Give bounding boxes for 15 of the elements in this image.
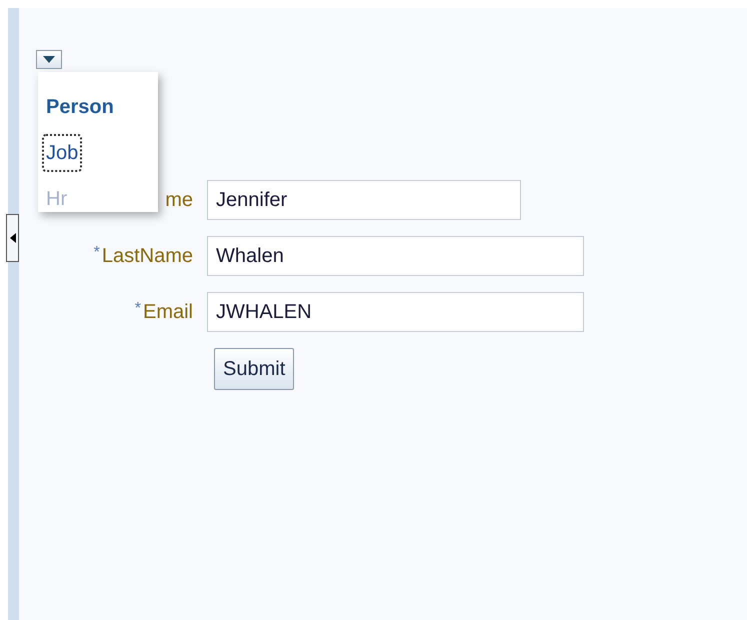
text-field[interactable]: JWHALEN	[207, 292, 584, 332]
submit-button[interactable]: Submit	[214, 348, 294, 390]
down-triangle-icon	[43, 56, 55, 63]
required-mark: *	[94, 243, 100, 263]
left-triangle-icon	[10, 233, 16, 243]
collapse-handle[interactable]	[6, 214, 19, 262]
field-label: me	[165, 188, 193, 213]
dropdown-button[interactable]	[36, 50, 62, 69]
menu-item[interactable]: Job	[42, 134, 82, 172]
text-field[interactable]: Whalen	[207, 236, 584, 276]
field-label: Email	[142, 300, 193, 325]
required-mark: *	[134, 299, 141, 319]
field-label: LastName	[102, 244, 193, 269]
text-field[interactable]: Jennifer	[207, 180, 521, 220]
menu-item[interactable]: Person	[42, 88, 118, 126]
